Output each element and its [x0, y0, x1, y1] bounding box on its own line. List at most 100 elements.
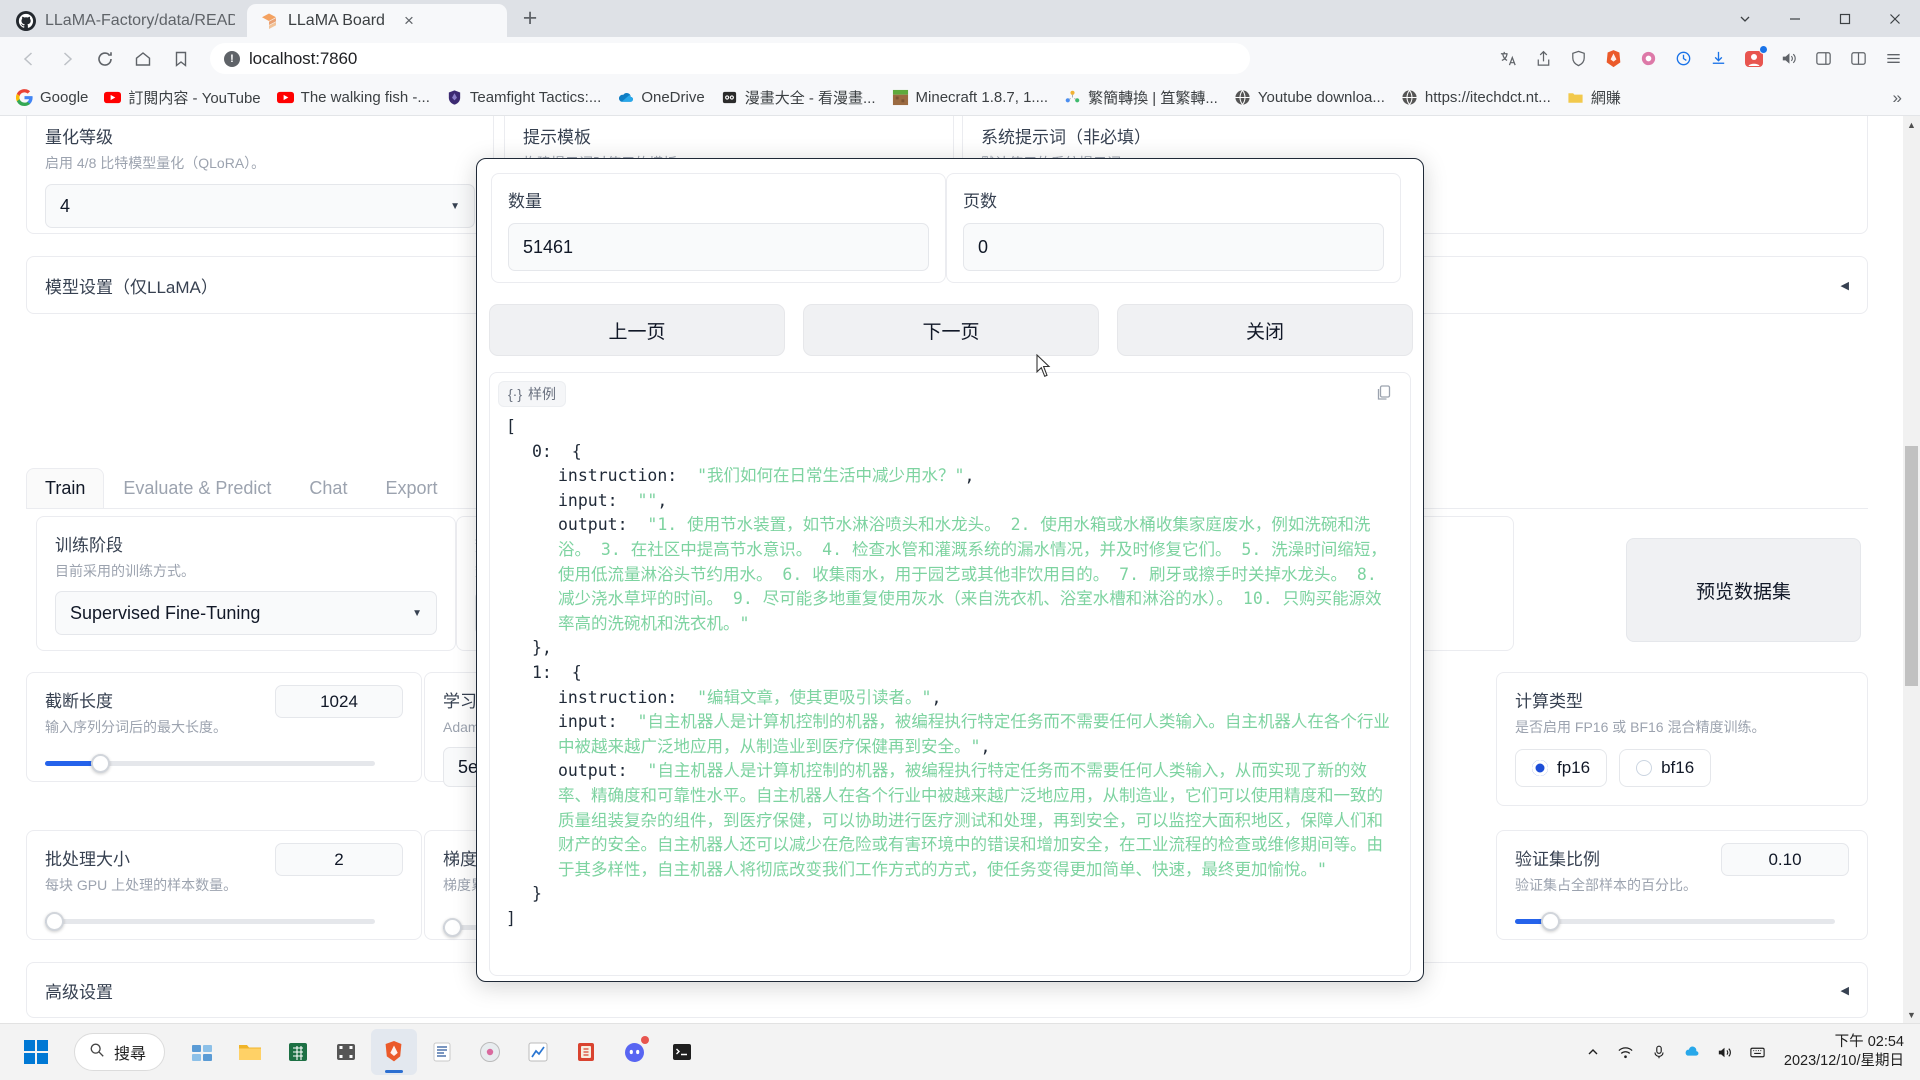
bookmark-item[interactable]: https://itechdct.nt... — [1393, 85, 1559, 110]
file-explorer-icon[interactable] — [227, 1029, 273, 1075]
batch-size-value: 2 — [334, 849, 344, 869]
bookmark-item[interactable]: Google — [8, 85, 96, 110]
page-field-input[interactable]: 0 — [963, 223, 1384, 271]
val-size-slider[interactable] — [1515, 911, 1835, 931]
training-stage-select[interactable]: Supervised Fine-Tuning ▼ — [55, 591, 437, 635]
bookmark-label: 訂閱内容 - YouTube — [128, 90, 261, 107]
bookmarks-overflow-button[interactable]: » — [1883, 88, 1912, 108]
brave-icon[interactable] — [1597, 42, 1630, 75]
batch-size-input[interactable]: 2 — [275, 843, 403, 876]
bookmark-icon[interactable] — [162, 40, 200, 78]
cutoff-length-input[interactable]: 1024 — [275, 685, 403, 718]
close-tab-icon[interactable]: × — [398, 10, 420, 32]
next-page-button[interactable]: 下一页 — [803, 304, 1099, 356]
input-method-icon[interactable] — [1743, 1029, 1773, 1075]
browser-tab-2[interactable]: LLaMA Board × — [247, 4, 507, 37]
prev-page-label: 上一页 — [608, 321, 666, 343]
share-icon[interactable] — [1527, 42, 1560, 75]
download-icon[interactable] — [1702, 42, 1735, 75]
sync-icon[interactable] — [1667, 42, 1700, 75]
volume-icon[interactable] — [1772, 42, 1805, 75]
prompt-template-title: 提示模板 — [523, 128, 591, 147]
mouse-cursor — [1036, 353, 1052, 378]
chevron-up-icon[interactable] — [1578, 1029, 1608, 1075]
home-icon[interactable] — [124, 40, 162, 78]
json-token: 0: { — [532, 441, 582, 461]
scroll-up-button[interactable]: ▲ — [1903, 116, 1920, 133]
compute-type-option-bf16[interactable]: bf16 — [1619, 749, 1712, 787]
bookmark-item[interactable]: 漫畫大全 - 看漫畫... — [713, 83, 884, 112]
reload-icon[interactable] — [86, 40, 124, 78]
mahjong-icon[interactable] — [563, 1029, 609, 1075]
bookmark-item[interactable]: The walking fish -... — [269, 85, 438, 110]
menu-icon[interactable] — [1877, 42, 1910, 75]
tab-chat[interactable]: Chat — [290, 468, 366, 508]
browser-toolbar: ! localhost:7860 — [0, 37, 1920, 80]
browser-tab-title: LLaMA Board — [288, 11, 385, 29]
json-token: "我们如何在日常生活中减少用水？" — [697, 466, 965, 486]
shield-icon[interactable] — [1562, 42, 1595, 75]
taskbar-search[interactable]: 搜尋 — [74, 1033, 166, 1071]
window-close-button[interactable] — [1870, 0, 1920, 37]
brave-browser-icon[interactable] — [371, 1029, 418, 1075]
word-icon[interactable] — [419, 1029, 465, 1075]
windows-start-icon[interactable] — [12, 1032, 60, 1072]
bookmark-item[interactable]: 訂閱内容 - YouTube — [96, 83, 268, 112]
new-tab-button[interactable]: + — [513, 1, 547, 35]
bookmark-item[interactable]: Teamfight Tactics:... — [438, 85, 609, 110]
bookmark-item[interactable]: OneDrive — [609, 85, 712, 110]
scrollbar-thumb[interactable] — [1905, 446, 1918, 686]
sidebar-icon[interactable] — [1807, 42, 1840, 75]
browser-tab-1[interactable]: LLaMA-Factory/data/README_zh.m — [4, 4, 247, 37]
tab-export[interactable]: Export — [366, 468, 456, 508]
window-dropdown-icon[interactable] — [1720, 0, 1770, 37]
cutoff-length-slider[interactable] — [45, 753, 375, 773]
bookmark-item[interactable]: Minecraft 1.8.7, 1.... — [884, 85, 1057, 110]
taskbar-clock[interactable]: 下午 02:54 2023/12/10/星期日 — [1776, 1033, 1920, 1071]
batch-size-slider[interactable] — [45, 911, 375, 931]
task-view-icon[interactable] — [179, 1029, 225, 1075]
window-minimize-button[interactable] — [1770, 0, 1820, 37]
site-warning-icon[interactable]: ! — [224, 50, 240, 67]
training-stage-panel: 训练阶段 目前采用的训练方式。 Supervised Fine-Tuning ▼ — [36, 516, 456, 651]
translate-icon[interactable] — [1492, 42, 1525, 75]
json-line: 1: { — [506, 661, 1396, 686]
bookmark-item[interactable]: Youtube downloa... — [1226, 85, 1393, 110]
excel-icon[interactable] — [275, 1029, 321, 1075]
discord-icon[interactable] — [611, 1029, 657, 1075]
mic-icon[interactable] — [1644, 1029, 1674, 1075]
cloud-icon[interactable] — [1677, 1029, 1707, 1075]
val-size-panel: 验证集比例 验证集占全部样本的百分比。 0.10 — [1496, 830, 1868, 940]
count-field-input[interactable]: 51461 — [508, 223, 929, 271]
volume-icon[interactable] — [1710, 1029, 1740, 1075]
network-icon[interactable] — [1611, 1029, 1641, 1075]
toolbar-icons — [1492, 42, 1910, 75]
address-bar[interactable]: ! localhost:7860 — [210, 43, 1250, 74]
json-token: "编辑文章，使其更吸引读者。" — [697, 687, 932, 707]
prev-page-button[interactable]: 上一页 — [489, 304, 785, 356]
back-icon[interactable] — [10, 40, 48, 78]
page-scrollbar[interactable]: ▲ ▼ — [1903, 116, 1920, 1023]
tab-evaluate-predict[interactable]: Evaluate & Predict — [104, 468, 290, 508]
preview-dataset-button[interactable]: 预览数据集 — [1626, 538, 1861, 642]
video-editor-icon[interactable] — [323, 1029, 369, 1075]
compute-type-option-fp16[interactable]: fp16 — [1515, 749, 1608, 787]
profile-icon[interactable] — [1737, 42, 1770, 75]
split-icon[interactable] — [1842, 42, 1875, 75]
extension-icon[interactable] — [1632, 42, 1665, 75]
val-size-input[interactable]: 0.10 — [1721, 843, 1849, 876]
scroll-down-button[interactable]: ▼ — [1903, 1006, 1920, 1023]
copy-icon[interactable] — [1374, 383, 1396, 405]
forward-icon[interactable] — [48, 40, 86, 78]
json-token: ] — [506, 908, 516, 928]
preview-dataset-label: 预览数据集 — [1695, 581, 1791, 603]
media-player-icon[interactable] — [467, 1029, 513, 1075]
terminal-icon[interactable] — [659, 1029, 705, 1075]
chart-app-icon[interactable] — [515, 1029, 561, 1075]
window-maximize-button[interactable] — [1820, 0, 1870, 37]
close-modal-button[interactable]: 关闭 — [1117, 304, 1413, 356]
quantization-select[interactable]: 4 ▼ — [45, 184, 475, 228]
bookmark-item[interactable]: 繁簡轉換 | 笡繁轉... — [1056, 83, 1226, 112]
tab-train[interactable]: Train — [26, 468, 105, 508]
bookmark-item[interactable]: 網賺 — [1559, 83, 1629, 112]
